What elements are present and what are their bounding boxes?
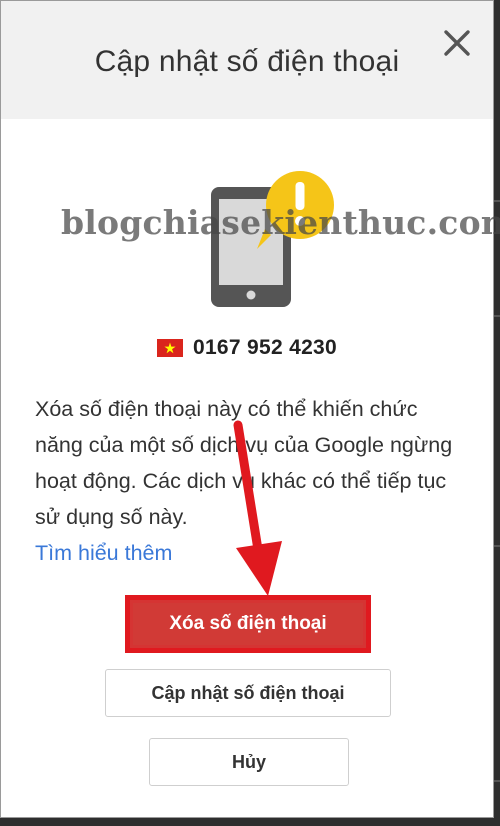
description-text: Xóa số điện thoại này có thể khiến chức … [35,397,453,529]
close-icon [444,30,470,56]
delete-phone-button-label: Xóa số điện thoại [133,603,363,645]
update-phone-button[interactable]: Cập nhật số điện thoại [105,669,391,717]
watermark-text: blogchiasekienthuc.com [61,203,500,242]
vietnam-flag-icon [156,339,183,357]
warning-description: Xóa số điện thoại này có thể khiến chức … [35,391,455,571]
phone-number-row: 0167 952 4230 [1,336,493,360]
dialog-header: Cập nhật số điện thoại [1,1,493,119]
dialog-title: Cập nhật số điện thoại [94,45,400,78]
close-button[interactable] [439,25,475,61]
learn-more-link[interactable]: Tìm hiểu thêm [35,541,172,565]
phone-number: 0167 952 4230 [192,336,338,359]
delete-phone-button[interactable]: Xóa số điện thoại [125,595,371,653]
update-phone-dialog: Cập nhật số điện thoại blogchiasekienthu… [0,0,500,818]
cancel-button[interactable]: Hủy [149,738,349,786]
